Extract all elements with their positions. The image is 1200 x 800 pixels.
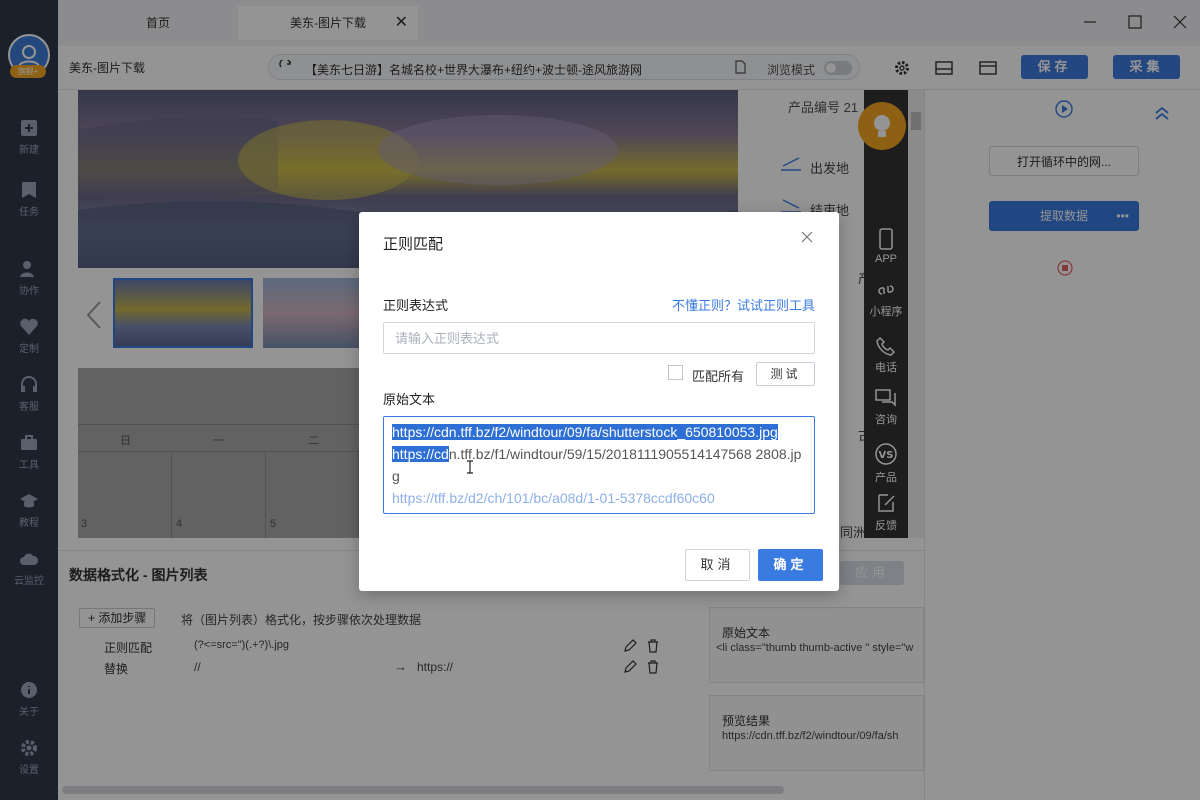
regex-input[interactable] xyxy=(383,322,815,354)
text-cursor-icon xyxy=(467,460,473,474)
test-button[interactable]: 测试 xyxy=(756,362,815,386)
selected-text: https://cd xyxy=(392,446,449,462)
close-icon[interactable] xyxy=(799,229,815,245)
source-text-label: 原始文本 xyxy=(383,392,436,407)
source-text: n.tff.bz/f1/windtour/59/15/2018111905514… xyxy=(392,446,802,484)
match-all-label: 匹配所有 xyxy=(692,369,745,384)
dialog-title: 正则匹配 xyxy=(383,236,444,253)
selected-text: https://cdn.tff.bz/f2/windtour/09/fa/shu… xyxy=(392,424,778,440)
confirm-button[interactable]: 确定 xyxy=(758,549,823,581)
cancel-button[interactable]: 取消 xyxy=(685,549,750,581)
regex-tool-link[interactable]: 不懂正则？试试正则工具 xyxy=(672,295,815,314)
regex-label: 正则表达式 xyxy=(383,298,449,313)
source-text: https://tff.bz/d2/ch/101/bc/a08d/1-01-53… xyxy=(392,490,715,506)
regex-match-dialog: 正则匹配 正则表达式 不懂正则？试试正则工具 匹配所有 测试 原始文本 http… xyxy=(359,212,839,591)
match-all-checkbox[interactable] xyxy=(668,365,683,380)
source-textarea[interactable]: https://cdn.tff.bz/f2/windtour/09/fa/shu… xyxy=(383,416,815,514)
